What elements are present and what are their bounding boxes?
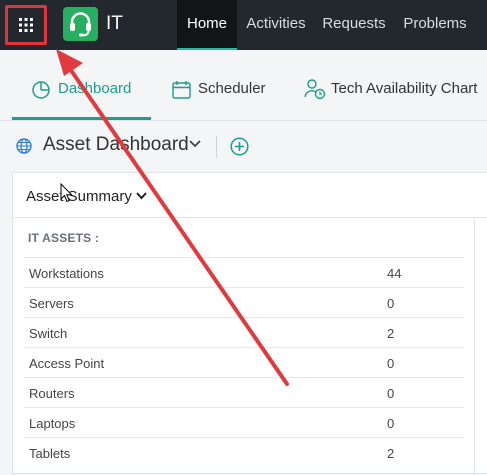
- table-row[interactable]: Tablets 2: [24, 437, 464, 467]
- sub-tabs-bar: Dashboard Scheduler Tech Availability Ch…: [0, 50, 487, 120]
- table-row[interactable]: Servers 0: [24, 287, 464, 317]
- column-divider: [474, 217, 475, 475]
- section-label: IT ASSETS :: [28, 231, 100, 245]
- widget-title[interactable]: Asset Summary: [26, 188, 132, 205]
- table-row[interactable]: Laptops 0: [24, 407, 464, 437]
- nav-tab-activities[interactable]: Activities: [241, 0, 311, 50]
- pie-chart-icon: [32, 81, 50, 99]
- subtab-scheduler[interactable]: Scheduler: [172, 70, 272, 108]
- asset-summary-widget: Asset Summary IT ASSETS : Workstations 4…: [12, 172, 487, 475]
- headset-icon: [70, 12, 91, 37]
- table-row[interactable]: Workstations 44: [24, 257, 464, 287]
- nav-tab-requests[interactable]: Requests: [318, 0, 390, 50]
- asset-count[interactable]: 2: [387, 326, 394, 341]
- asset-name: Routers: [29, 386, 75, 401]
- app-logo: [63, 7, 98, 41]
- subtab-label: Scheduler: [198, 80, 266, 97]
- asset-count[interactable]: 0: [387, 356, 394, 371]
- asset-name: Laptops: [29, 416, 76, 431]
- asset-count[interactable]: 0: [387, 386, 394, 401]
- nav-tab-problems[interactable]: Problems: [398, 0, 472, 50]
- divider: [0, 120, 487, 121]
- asset-count[interactable]: 2: [387, 446, 394, 461]
- mouse-cursor-icon: [60, 183, 73, 203]
- dashboard-header: Asset Dashboard: [0, 128, 487, 166]
- subtab-label: Tech Availability Chart: [331, 80, 478, 97]
- grid-icon: [19, 18, 33, 32]
- add-dashboard-icon[interactable]: [230, 137, 249, 156]
- globe-icon: [16, 138, 32, 154]
- apps-menu-button[interactable]: [5, 5, 47, 45]
- table-row[interactable]: Switch 2: [24, 317, 464, 347]
- subtab-label: Dashboard: [58, 80, 132, 97]
- user-clock-icon: [304, 79, 326, 100]
- asset-count[interactable]: 44: [387, 266, 401, 281]
- table-row[interactable]: Routers 0: [24, 377, 464, 407]
- dashboard-selector[interactable]: Asset Dashboard: [43, 134, 189, 156]
- calendar-icon: [172, 81, 191, 99]
- subtab-dashboard[interactable]: Dashboard: [31, 70, 141, 108]
- asset-name: Tablets: [29, 446, 71, 461]
- nav-tab-home[interactable]: Home: [177, 0, 237, 50]
- chevron-down-icon[interactable]: [136, 192, 147, 200]
- asset-name: Servers: [29, 296, 74, 311]
- table-row[interactable]: Access Point 0: [24, 347, 464, 377]
- asset-count[interactable]: 0: [387, 296, 394, 311]
- app-title: IT: [106, 13, 123, 34]
- asset-name: Switch: [29, 326, 68, 341]
- asset-count[interactable]: 0: [387, 416, 394, 431]
- chevron-down-icon[interactable]: [189, 140, 201, 148]
- subtab-tech-availability[interactable]: Tech Availability Chart: [304, 70, 479, 108]
- divider: [216, 136, 217, 158]
- top-navigation-bar: IT Home Activities Requests Problems: [0, 0, 487, 50]
- asset-name: Workstations: [29, 266, 104, 281]
- widget-header: Asset Summary: [13, 173, 487, 218]
- asset-name: Access Point: [29, 356, 105, 371]
